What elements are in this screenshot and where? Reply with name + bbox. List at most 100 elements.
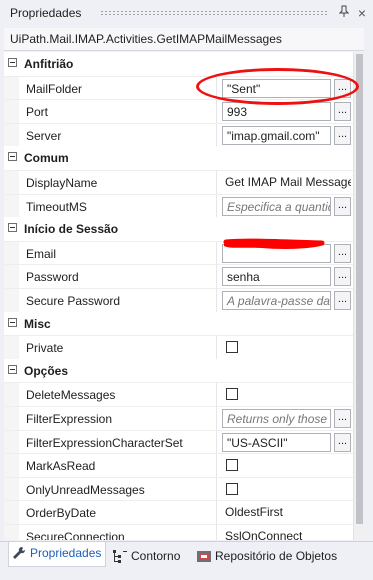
- property-value-input[interactable]: Returns only those: [222, 409, 331, 428]
- property-value-input[interactable]: "imap.gmail.com": [222, 125, 331, 145]
- property-name: Email: [26, 246, 57, 261]
- outline-tree-icon: [112, 548, 128, 564]
- property-value[interactable]: Get IMAP Mail Message: [225, 175, 351, 189]
- row-gutter: [4, 477, 19, 501]
- scrollbar-thumb[interactable]: [356, 54, 363, 524]
- category-header: Opções: [4, 358, 353, 383]
- tab-label: Repositório de Objetos: [215, 549, 338, 563]
- property-value-input[interactable]: A palavra-passe da: [222, 291, 331, 310]
- category-label: Misc: [24, 316, 51, 331]
- property-checkbox[interactable]: [226, 341, 238, 354]
- row-gutter: [4, 241, 19, 265]
- property-row-secureconnection: SecureConnection SslOnConnect: [4, 524, 353, 540]
- category-label: Anfitrião: [24, 57, 74, 71]
- row-gutter: [4, 123, 19, 147]
- tab-propriedades[interactable]: Propriedades: [8, 542, 107, 567]
- column-divider[interactable]: [216, 407, 217, 430]
- collapse-toggle-icon[interactable]: [8, 317, 17, 327]
- column-divider[interactable]: [216, 241, 217, 265]
- property-value-input[interactable]: senha: [222, 267, 331, 287]
- panel-title: Propriedades: [10, 6, 82, 20]
- column-divider[interactable]: [216, 501, 217, 524]
- property-checkbox[interactable]: [226, 388, 238, 401]
- property-name: OnlyUnreadMessages: [26, 482, 145, 497]
- expression-editor-button[interactable]: ...: [334, 267, 351, 287]
- row-gutter: [4, 407, 19, 430]
- vertical-scrollbar[interactable]: [353, 52, 365, 540]
- property-row-onlyunreadmessages: OnlyUnreadMessages: [4, 476, 353, 501]
- property-value-input[interactable]: [222, 243, 331, 263]
- column-divider[interactable]: [216, 430, 217, 454]
- row-gutter: [4, 289, 19, 312]
- column-divider[interactable]: [216, 265, 217, 288]
- property-checkbox[interactable]: [226, 459, 238, 472]
- category-label: Opções: [24, 363, 69, 378]
- collapse-toggle-icon[interactable]: [8, 223, 17, 233]
- column-divider[interactable]: [216, 100, 217, 123]
- row-gutter: [4, 454, 19, 477]
- collapse-toggle-icon[interactable]: [8, 152, 17, 162]
- property-value[interactable]: SslOnConnect: [225, 529, 351, 540]
- expression-editor-button[interactable]: ...: [334, 196, 351, 216]
- tab-repositorio-de-objetos[interactable]: Repositório de Objetos: [196, 545, 337, 567]
- dropdown-button[interactable]: ...: [334, 432, 351, 452]
- property-name: TimeoutMS: [26, 199, 87, 214]
- property-row-secure-password: Secure Password A palavra-passe da...: [4, 288, 353, 312]
- row-gutter: [4, 383, 19, 406]
- property-name: FilterExpressionCharacterSet: [26, 435, 183, 450]
- collapse-toggle-icon[interactable]: [8, 364, 17, 374]
- property-row-deletemessages: DeleteMessages: [4, 382, 353, 406]
- column-divider[interactable]: [216, 477, 217, 501]
- property-name: Password: [26, 270, 79, 285]
- column-divider[interactable]: [216, 336, 217, 359]
- column-divider[interactable]: [216, 525, 217, 540]
- row-gutter: [4, 76, 19, 100]
- property-value-input[interactable]: Especifica a quantidade: [222, 196, 331, 216]
- property-row-markasread: MarkAsRead: [4, 453, 353, 477]
- property-name: FilterExpression: [26, 412, 113, 426]
- property-row-orderbydate: OrderByDate OldestFirst: [4, 500, 353, 524]
- column-divider[interactable]: [216, 454, 217, 477]
- expression-editor-button[interactable]: ...: [334, 102, 351, 122]
- tab-contorno[interactable]: Contorno: [112, 545, 180, 567]
- drag-grip[interactable]: [100, 10, 329, 16]
- property-value-input[interactable]: "US-ASCII": [222, 432, 331, 452]
- column-divider[interactable]: [216, 383, 217, 406]
- pin-icon[interactable]: [337, 5, 351, 21]
- wrench-icon: [11, 545, 27, 561]
- row-gutter: [4, 171, 19, 194]
- column-divider[interactable]: [216, 289, 217, 312]
- expression-editor-button[interactable]: ...: [334, 291, 351, 310]
- close-icon[interactable]: ×: [355, 5, 369, 21]
- column-divider[interactable]: [216, 76, 217, 100]
- property-row-port: Port 993...: [4, 99, 353, 123]
- category-header: Início de Sessão: [4, 217, 353, 241]
- property-name: Server: [26, 128, 62, 143]
- column-divider[interactable]: [216, 171, 217, 194]
- property-row-filterexpression: FilterExpression Returns only those...: [4, 406, 353, 430]
- collapse-toggle-icon[interactable]: [8, 58, 17, 67]
- expression-editor-button[interactable]: ...: [334, 243, 351, 263]
- property-value-input[interactable]: 993: [222, 102, 331, 122]
- property-row-mailfolder: MailFolder "Sent"...: [4, 75, 353, 100]
- column-divider[interactable]: [216, 123, 217, 147]
- property-value-input[interactable]: "Sent": [222, 78, 331, 98]
- expression-editor-button[interactable]: ...: [334, 78, 351, 98]
- property-checkbox[interactable]: [226, 482, 238, 495]
- property-row-server: Server "imap.gmail.com"...: [4, 122, 353, 147]
- expression-editor-button[interactable]: ...: [334, 409, 351, 428]
- category-label: Início de Sessão: [24, 222, 119, 237]
- object-repository-icon: [196, 548, 212, 564]
- property-name: DeleteMessages: [26, 388, 116, 403]
- expression-editor-button[interactable]: ...: [334, 125, 351, 145]
- column-divider[interactable]: [216, 194, 217, 218]
- category-header: Anfitrião: [4, 52, 353, 76]
- row-gutter: [4, 501, 19, 524]
- property-grid: Anfitrião MailFolder "Sent"... Port 993... Se…: [4, 52, 353, 540]
- tab-label: Propriedades: [30, 546, 102, 560]
- activity-type-bar: UiPath.Mail.IMAP.Activities.GetIMAPMailM…: [4, 28, 364, 51]
- property-value[interactable]: OldestFirst: [225, 505, 351, 519]
- category-header: Comum: [4, 146, 353, 170]
- row-gutter: [4, 430, 19, 454]
- tab-label: Contorno: [131, 549, 181, 563]
